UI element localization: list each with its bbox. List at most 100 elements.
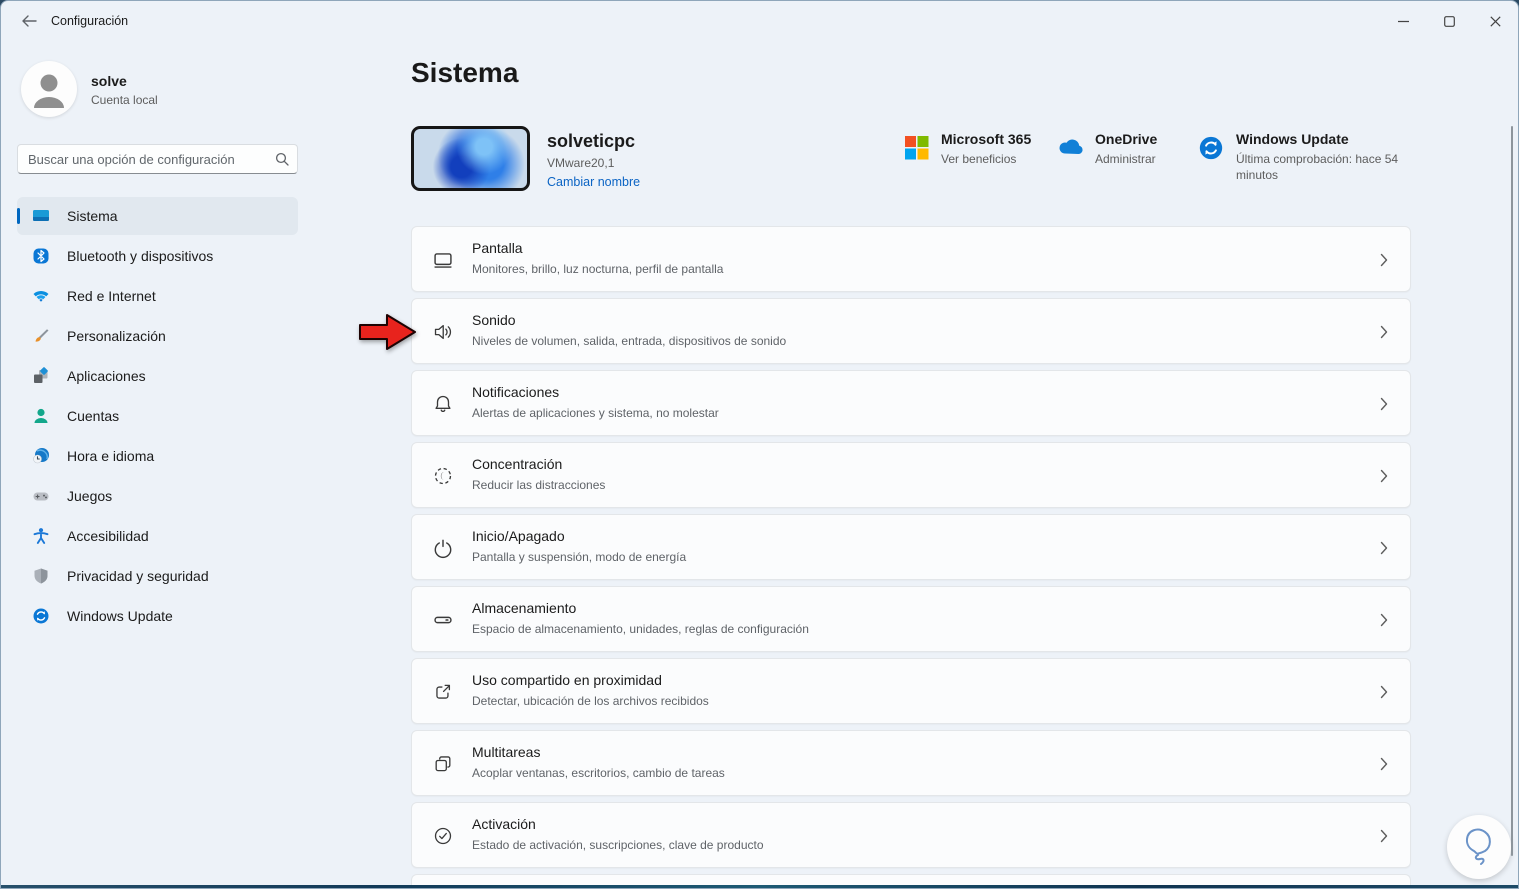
sidebar-item-label: Sistema [67,208,118,224]
quick-link-title: Windows Update [1236,131,1349,147]
quick-link-subtitle: Ver beneficios [941,152,1017,166]
user-icon [34,74,64,108]
chevron-right-icon [1380,685,1388,699]
quick-link-onedrive[interactable]: OneDrive Administrar [1053,131,1157,167]
setting-row-notificaciones[interactable]: Notificaciones Alertas de aplicaciones y… [411,370,1411,436]
close-icon [1489,15,1501,27]
user-name: solve [91,73,127,89]
setting-subtitle: Estado de activación, suscripciones, cla… [472,838,764,852]
setting-subtitle: Pantalla y suspensión, modo de energía [472,550,687,564]
annotation-arrow-sonido [359,314,416,350]
sidebar-item-label: Hora e idioma [67,448,155,464]
quick-link-windows-update[interactable]: Windows Update Última comprobación: hace… [1198,131,1414,183]
sidebar-item-label: Red e Internet [67,288,156,304]
setting-row-almacenamiento[interactable]: Almacenamiento Espacio de almacenamiento… [411,586,1411,652]
windows-update-icon [33,608,49,624]
avatar[interactable] [21,61,77,117]
page-title: Sistema [411,57,519,88]
setting-title: Uso compartido en proximidad [472,672,662,688]
rename-device-link[interactable]: Cambiar nombre [547,175,640,189]
shield-icon [34,568,48,584]
accessibility-icon [33,528,49,544]
bluetooth-icon [33,248,49,264]
sidebar-item-sistema[interactable]: Sistema [17,197,298,235]
setting-row-concentracion[interactable]: Concentración Reducir las distracciones [411,442,1411,508]
setting-title: Multitareas [472,744,541,760]
maximize-icon [1443,15,1455,27]
quick-link-title: Microsoft 365 [941,131,1032,147]
apps-icon [34,367,48,383]
brush-icon [35,329,49,342]
setting-subtitle: Acoplar ventanas, escritorios, cambio de… [472,766,725,780]
device-model: VMware20,1 [547,156,615,170]
sidebar-item-label: Bluetooth y dispositivos [67,248,214,264]
chevron-right-icon [1380,469,1388,483]
setting-subtitle: Detectar, ubicación de los archivos reci… [472,694,709,708]
setting-row-activacion[interactable]: Activación Estado de activación, suscrip… [411,802,1411,868]
nearby-share-icon [436,684,451,699]
back-button[interactable] [13,8,45,34]
sidebar-item-label: Windows Update [67,608,173,624]
storage-icon [434,616,452,624]
sidebar-item-bluetooth[interactable]: Bluetooth y dispositivos [17,237,298,275]
search-box[interactable] [17,144,298,174]
setting-subtitle: Espacio de almacenamiento, unidades, reg… [472,622,809,636]
setting-title: Notificaciones [472,384,560,400]
device-thumbnail [411,126,530,191]
quick-link-title: OneDrive [1095,131,1158,147]
sidebar-item-label: Cuentas [67,408,120,424]
sidebar-item-juegos[interactable]: Juegos [17,477,298,515]
chevron-right-icon [1380,613,1388,627]
time-language-icon [33,448,49,464]
setting-row-uso-compartido[interactable]: Uso compartido en proximidad Detectar, u… [411,658,1411,724]
close-button[interactable] [1472,1,1518,41]
sidebar-item-accesibilidad[interactable]: Accesibilidad [17,517,298,555]
setting-row-inicio-apagado[interactable]: Inicio/Apagado Pantalla y suspensión, mo… [411,514,1411,580]
sidebar-item-cuentas[interactable]: Cuentas [17,397,298,435]
setting-subtitle: Alertas de aplicaciones y sistema, no mo… [472,406,719,420]
chevron-right-icon [1380,541,1388,555]
windows-update-icon [1199,136,1223,160]
titlebar: Configuración [1,1,1518,41]
setting-title: Sonido [472,312,516,328]
setting-row-sonido[interactable]: Sonido Niveles de volumen, salida, entra… [411,298,1411,364]
sidebar-item-label: Aplicaciones [67,368,146,384]
account-icon [34,408,48,423]
chevron-right-icon [1380,397,1388,411]
maximize-button[interactable] [1426,1,1472,41]
sidebar-item-hora-idioma[interactable]: Hora e idioma [17,437,298,475]
activation-icon [434,827,452,845]
minimize-icon [1397,20,1409,22]
sidebar-item-windows-update[interactable]: Windows Update [17,597,298,635]
setting-subtitle: Monitores, brillo, luz nocturna, perfil … [472,262,724,276]
setting-row-multitareas[interactable]: Multitareas Acoplar ventanas, escritorio… [411,730,1411,796]
chevron-right-icon [1380,829,1388,843]
sidebar-item-label: Accesibilidad [67,528,149,544]
system-icon [33,210,49,221]
quick-link-microsoft-365[interactable]: Microsoft 365 Ver beneficios [904,131,1031,167]
search-icon [275,152,289,166]
chevron-right-icon [1380,757,1388,771]
minimize-button[interactable] [1380,1,1426,41]
sidebar-nav: Sistema Bluetooth y dispositivos Red e I… [17,197,298,637]
sidebar-item-label: Personalización [67,328,166,344]
scrollbar[interactable] [1511,126,1513,856]
setting-title: Pantalla [472,240,523,256]
sidebar-item-aplicaciones[interactable]: Aplicaciones [17,357,298,395]
setting-row-pantalla[interactable]: Pantalla Monitores, brillo, luz nocturna… [411,226,1411,292]
device-name: solveticpc [547,131,636,151]
sidebar-item-privacidad[interactable]: Privacidad y seguridad [17,557,298,595]
search-input[interactable] [28,151,275,167]
settings-window: Configuración solve Cuenta local Buscar … [0,0,1519,889]
setting-title: Activación [472,816,536,832]
sidebar-item-personalizacion[interactable]: Personalización [17,317,298,355]
setting-subtitle: Reducir las distracciones [472,478,606,492]
gamepad-icon [33,492,49,501]
sidebar-item-red-internet[interactable]: Red e Internet [17,277,298,315]
focus-icon [434,467,452,485]
display-icon [434,253,452,268]
multitask-icon [435,756,451,772]
microsoft-365-icon [905,136,929,160]
settings-list: Pantalla Monitores, brillo, luz nocturna… [411,226,1411,874]
wifi-icon [33,291,49,302]
